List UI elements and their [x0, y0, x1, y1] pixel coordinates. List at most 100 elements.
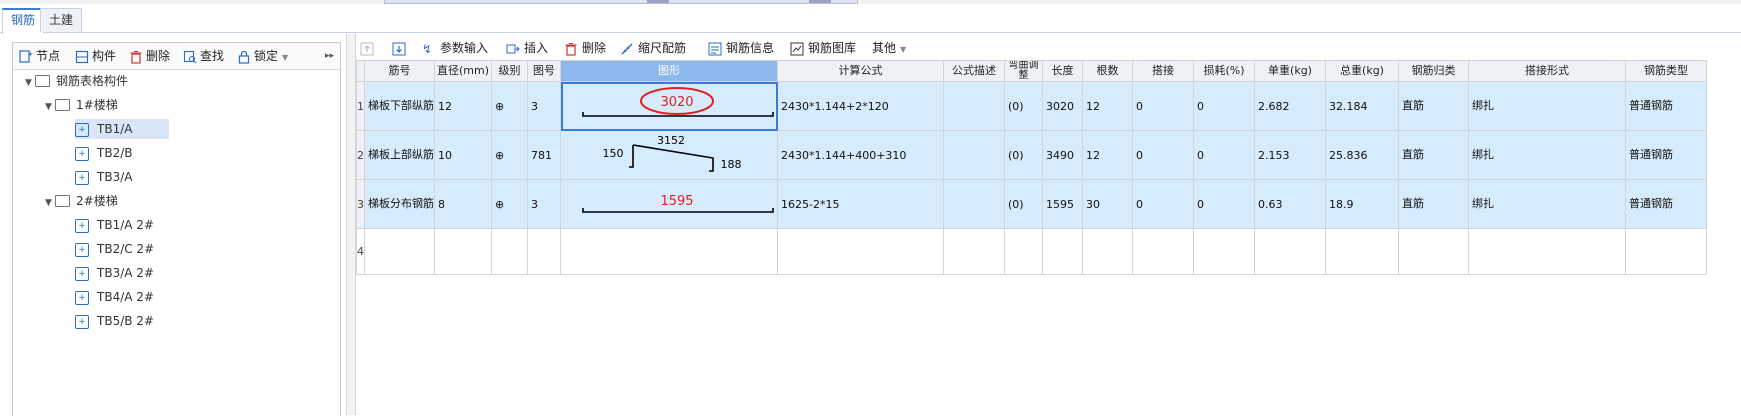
floating-toolbar-edge[interactable] [384, 0, 858, 4]
empty-cell[interactable] [1398, 228, 1469, 275]
other-menu-button[interactable]: 其他 ▼ [872, 38, 906, 58]
table-row[interactable]: 3 梯板分布钢筋 8 ⊕ 3 1595 1625-2*15 (0) 1595 3… [356, 179, 1707, 229]
empty-cell[interactable] [943, 228, 1005, 275]
grade-cell[interactable]: ⊕ [491, 179, 528, 229]
empty-cell[interactable] [434, 228, 492, 275]
collapse-icon[interactable]: ▼ [25, 73, 35, 93]
diameter-cell[interactable]: 8 [434, 179, 492, 229]
total-weight-cell[interactable]: 25.836 [1325, 130, 1399, 180]
column-header[interactable]: 损耗(%) [1193, 60, 1255, 82]
formula-desc-cell[interactable] [943, 179, 1005, 229]
loss-cell[interactable]: 0 [1193, 130, 1255, 180]
delete-button[interactable]: 删除 [129, 46, 170, 66]
column-header[interactable]: 总重(kg) [1325, 60, 1399, 82]
length-cell[interactable]: 1595 [1042, 179, 1083, 229]
empty-cell[interactable] [527, 228, 561, 275]
collapse-icon[interactable]: ▼ [45, 97, 55, 117]
table-row[interactable]: 4 [356, 228, 1707, 275]
figure-number-cell[interactable]: 781 [527, 130, 561, 180]
tree-root[interactable]: ▼ 钢筋表格构件 [25, 71, 128, 91]
lap-type-cell[interactable]: 绑扎 [1468, 130, 1626, 180]
grade-cell[interactable]: ⊕ [491, 81, 528, 131]
column-header[interactable]: 单重(kg) [1254, 60, 1326, 82]
tree-group-stair1[interactable]: ▼ 1#楼梯 [45, 95, 118, 115]
add-node-button[interactable]: 节点 [19, 46, 60, 66]
empty-cell[interactable] [1082, 228, 1133, 275]
param-input-button[interactable]: ↯ 参数输入 [422, 38, 488, 58]
row-number[interactable]: 2 [356, 130, 365, 180]
rebar-name-cell[interactable]: 梯板上部纵筋 [364, 130, 435, 180]
grade-cell[interactable]: ⊕ [491, 130, 528, 180]
loss-cell[interactable]: 0 [1193, 179, 1255, 229]
tree-item[interactable]: + TB1/A 2# [75, 215, 154, 235]
scale-rebar-button[interactable]: 缩尺配筋 [620, 38, 686, 58]
column-header[interactable]: 图号 [527, 60, 561, 82]
tree-item[interactable]: + TB4/A 2# [75, 287, 154, 307]
empty-cell[interactable] [1468, 228, 1626, 275]
unit-weight-cell[interactable]: 0.63 [1254, 179, 1326, 229]
formula-cell[interactable]: 2430*1.144+2*120 [777, 81, 944, 131]
rebar-name-cell[interactable]: 梯板下部纵筋 [364, 81, 435, 131]
column-header[interactable]: 长度 [1042, 60, 1083, 82]
category-cell[interactable]: 直筋 [1398, 179, 1469, 229]
category-cell[interactable]: 直筋 [1398, 81, 1469, 131]
panel-splitter[interactable] [346, 34, 356, 415]
column-header[interactable]: 钢筋归类 [1398, 60, 1469, 82]
tree-item[interactable]: + TB5/B 2# [75, 311, 154, 331]
empty-cell[interactable] [777, 228, 944, 275]
column-header[interactable]: 图形 [560, 60, 778, 82]
column-header[interactable]: 公式描述 [943, 60, 1005, 82]
empty-cell[interactable] [1004, 228, 1043, 275]
tree-item[interactable]: + TB2/C 2# [75, 239, 154, 259]
lap-cell[interactable]: 0 [1132, 130, 1194, 180]
column-header[interactable]: 计算公式 [777, 60, 944, 82]
total-weight-cell[interactable]: 18.9 [1325, 179, 1399, 229]
shape-cell[interactable]: 3152 150 188 [560, 130, 778, 180]
insert-button[interactable]: 插入 [506, 38, 548, 58]
empty-cell[interactable] [364, 228, 435, 275]
figure-number-cell[interactable]: 3 [527, 179, 561, 229]
length-cell[interactable]: 3020 [1042, 81, 1083, 131]
rebar-library-button[interactable]: 钢筋图库 [790, 38, 856, 58]
empty-cell[interactable] [1625, 228, 1707, 275]
lap-type-cell[interactable]: 绑扎 [1468, 81, 1626, 131]
floating-toolbar-knob[interactable] [647, 0, 669, 3]
find-button[interactable]: 查找 [183, 46, 224, 66]
lap-type-cell[interactable]: 绑扎 [1468, 179, 1626, 229]
table-row[interactable]: 1 梯板下部纵筋 12 ⊕ 3 3020 2430*1.144+2*120 (0… [356, 81, 1707, 131]
column-header[interactable]: 弯曲调整 [1004, 60, 1043, 82]
bend-adjust-cell[interactable]: (0) [1004, 81, 1043, 131]
empty-cell[interactable] [1325, 228, 1399, 275]
rebar-name-cell[interactable]: 梯板分布钢筋 [364, 179, 435, 229]
floating-toolbar-knob[interactable] [809, 0, 831, 3]
delete-row-button[interactable]: 删除 [564, 38, 606, 58]
formula-cell[interactable]: 1625-2*15 [777, 179, 944, 229]
expand-toolbar-button[interactable]: ▸▸ [325, 46, 334, 66]
row-number[interactable]: 4 [356, 228, 365, 275]
bend-adjust-cell[interactable]: (0) [1004, 130, 1043, 180]
column-header[interactable]: 搭接 [1132, 60, 1194, 82]
tree-item[interactable]: + TB1/A [75, 119, 169, 139]
figure-number-cell[interactable]: 3 [527, 81, 561, 131]
tab-rebar[interactable]: 钢筋 [2, 8, 45, 34]
lock-button[interactable]: 锁定 ▼ [237, 46, 288, 66]
formula-desc-cell[interactable] [943, 130, 1005, 180]
collapse-icon[interactable]: ▼ [45, 193, 55, 213]
diameter-cell[interactable]: 10 [434, 130, 492, 180]
row-number[interactable]: 1 [356, 81, 365, 131]
bend-adjust-cell[interactable]: (0) [1004, 179, 1043, 229]
empty-cell[interactable] [491, 228, 528, 275]
row-number[interactable]: 3 [356, 179, 365, 229]
tree-item[interactable]: + TB3/A 2# [75, 263, 154, 283]
add-component-button[interactable]: 构件 [75, 46, 116, 66]
unit-weight-cell[interactable]: 2.153 [1254, 130, 1326, 180]
tree-item[interactable]: + TB3/A [75, 167, 132, 187]
length-cell[interactable]: 3490 [1042, 130, 1083, 180]
table-row[interactable]: 2 梯板上部纵筋 10 ⊕ 781 3152 150 188 2430*1.14… [356, 130, 1707, 180]
empty-cell[interactable] [1132, 228, 1194, 275]
diameter-cell[interactable]: 12 [434, 81, 492, 131]
formula-desc-cell[interactable] [943, 81, 1005, 131]
empty-cell[interactable] [1254, 228, 1326, 275]
count-cell[interactable]: 12 [1082, 81, 1133, 131]
rebar-type-cell[interactable]: 普通钢筋 [1625, 81, 1707, 131]
